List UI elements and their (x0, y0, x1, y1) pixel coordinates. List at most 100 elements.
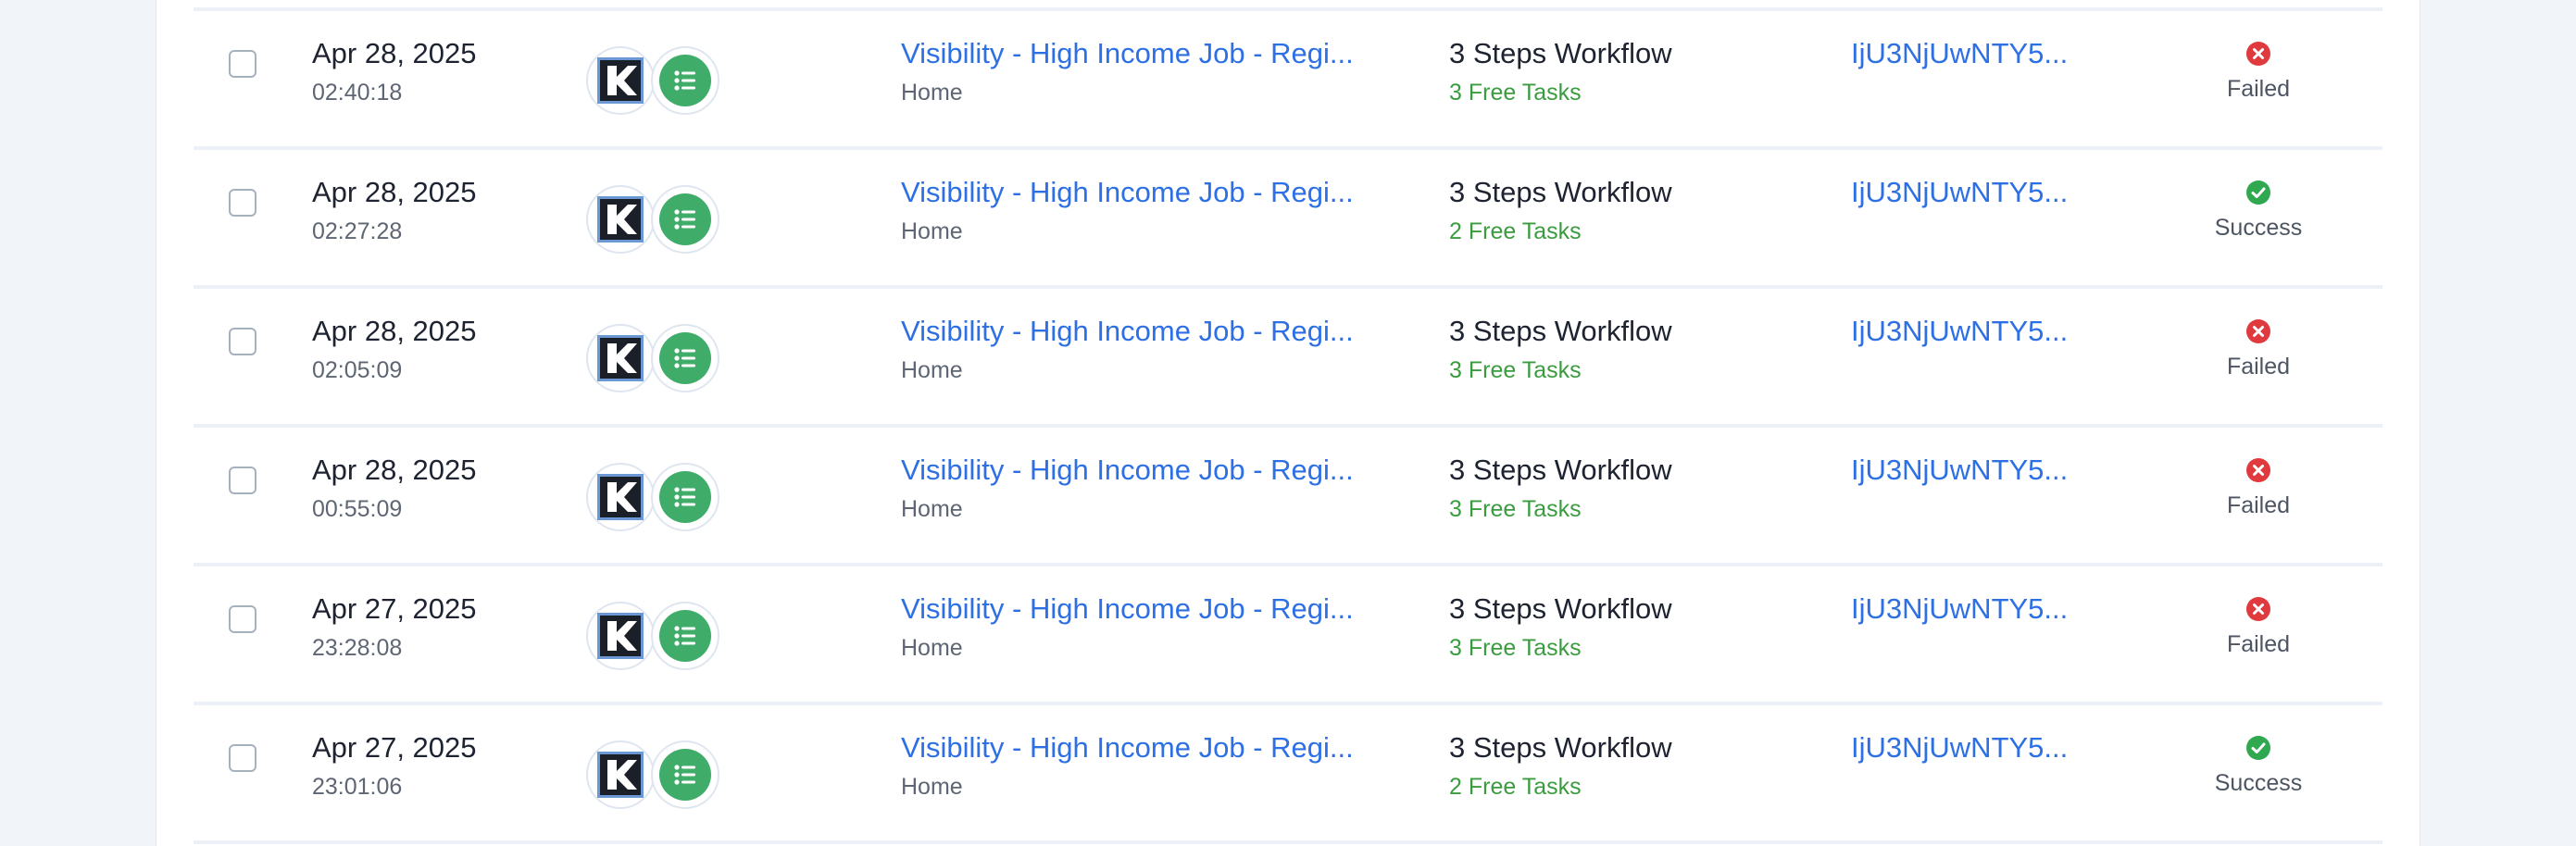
app-icons (586, 740, 725, 815)
status-cell: Failed (2157, 457, 2360, 519)
run-date: Apr 27, 2025 (312, 731, 477, 764)
status-cell: Success (2157, 180, 2360, 242)
error-x-icon (2245, 596, 2271, 622)
k-logo-icon (597, 752, 644, 798)
check-icon (2245, 180, 2271, 205)
tasks-label: 3 Free Tasks (1449, 357, 1582, 383)
row-checkbox[interactable] (229, 744, 256, 772)
app-badge (586, 602, 655, 670)
run-id-link[interactable]: IjU3NjUwNTY5... (1851, 592, 2068, 626)
app-badge (651, 463, 719, 531)
app-badge (586, 463, 655, 531)
run-date: Apr 28, 2025 (312, 37, 477, 69)
row-checkbox[interactable] (229, 189, 256, 217)
error-x-icon (2245, 457, 2271, 483)
check-icon (2245, 735, 2271, 761)
zap-runs-table: Apr 28, 2025 02:40:18 Visibility - High … (194, 7, 2382, 844)
steps-label: 3 Steps Workflow (1449, 731, 1672, 764)
app-badge (651, 185, 719, 254)
k-logo-icon (597, 474, 644, 520)
row-checkbox[interactable] (229, 50, 256, 78)
tasks-label: 3 Free Tasks (1449, 80, 1582, 106)
steps-label: 3 Steps Workflow (1449, 315, 1672, 347)
run-date: Apr 28, 2025 (312, 315, 477, 347)
status-cell: Failed (2157, 41, 2360, 103)
tasks-label: 3 Free Tasks (1449, 635, 1582, 661)
list-icon (659, 610, 711, 662)
steps-label: 3 Steps Workflow (1449, 592, 1672, 625)
run-date: Apr 28, 2025 (312, 454, 477, 486)
app-badge (651, 324, 719, 392)
folder-label: Home (901, 218, 963, 244)
table-row[interactable]: Apr 28, 2025 00:55:09 Visibility - High … (194, 424, 2382, 563)
row-checkbox[interactable] (229, 605, 256, 633)
zap-name-link[interactable]: Visibility - High Income Job - Regi... (901, 592, 1373, 626)
run-time: 02:40:18 (312, 80, 403, 106)
zap-name-link[interactable]: Visibility - High Income Job - Regi... (901, 454, 1373, 487)
steps-label: 3 Steps Workflow (1449, 454, 1672, 486)
steps-label: 3 Steps Workflow (1449, 176, 1672, 208)
tasks-label: 3 Free Tasks (1449, 496, 1582, 522)
steps-label: 3 Steps Workflow (1449, 37, 1672, 69)
list-icon (659, 332, 711, 384)
app-icons (586, 46, 725, 120)
run-date: Apr 28, 2025 (312, 176, 477, 208)
run-id-link[interactable]: IjU3NjUwNTY5... (1851, 315, 2068, 348)
app-badge (651, 740, 719, 809)
folder-label: Home (901, 496, 963, 522)
zap-name-link[interactable]: Visibility - High Income Job - Regi... (901, 37, 1373, 70)
app-icons (586, 185, 725, 259)
run-id-link[interactable]: IjU3NjUwNTY5... (1851, 454, 2068, 487)
table-row[interactable]: Apr 28, 2025 02:05:09 Visibility - High … (194, 285, 2382, 424)
app-badge (586, 324, 655, 392)
app-icons (586, 602, 725, 676)
error-x-icon (2245, 318, 2271, 344)
folder-label: Home (901, 635, 963, 661)
run-time: 23:28:08 (312, 635, 403, 661)
list-icon (659, 55, 711, 106)
table-row[interactable]: Apr 27, 2025 23:28:08 Visibility - High … (194, 563, 2382, 702)
list-icon (659, 471, 711, 523)
table-row[interactable]: Apr 27, 2025 23:01:06 Visibility - High … (194, 702, 2382, 844)
folder-label: Home (901, 80, 963, 106)
list-icon (659, 193, 711, 245)
zap-name-link[interactable]: Visibility - High Income Job - Regi... (901, 731, 1373, 765)
run-id-link[interactable]: IjU3NjUwNTY5... (1851, 37, 2068, 70)
tasks-label: 2 Free Tasks (1449, 774, 1582, 800)
app-badge (651, 602, 719, 670)
error-x-icon (2245, 41, 2271, 67)
k-logo-icon (597, 613, 644, 659)
status-cell: Success (2157, 735, 2360, 797)
status-cell: Failed (2157, 596, 2360, 658)
status-label: Failed (2226, 354, 2291, 379)
run-time: 02:05:09 (312, 357, 403, 383)
row-checkbox[interactable] (229, 467, 256, 494)
tasks-label: 2 Free Tasks (1449, 218, 1582, 244)
run-id-link[interactable]: IjU3NjUwNTY5... (1851, 731, 2068, 765)
table-row[interactable]: Apr 28, 2025 02:27:28 Visibility - High … (194, 146, 2382, 285)
zap-name-link[interactable]: Visibility - High Income Job - Regi... (901, 176, 1373, 209)
table-row[interactable]: Apr 28, 2025 02:40:18 Visibility - High … (194, 7, 2382, 146)
status-label: Failed (2226, 76, 2291, 102)
status-cell: Failed (2157, 318, 2360, 380)
app-badge (586, 740, 655, 809)
run-id-link[interactable]: IjU3NjUwNTY5... (1851, 176, 2068, 209)
folder-label: Home (901, 774, 963, 800)
status-label: Success (2214, 770, 2303, 796)
run-time: 02:27:28 (312, 218, 403, 244)
app-badge (651, 46, 719, 115)
folder-label: Home (901, 357, 963, 383)
k-logo-icon (597, 335, 644, 381)
k-logo-icon (597, 57, 644, 104)
status-label: Success (2214, 215, 2303, 241)
app-badge (586, 185, 655, 254)
zap-name-link[interactable]: Visibility - High Income Job - Regi... (901, 315, 1373, 348)
run-date: Apr 27, 2025 (312, 592, 477, 625)
run-time: 00:55:09 (312, 496, 403, 522)
list-icon (659, 749, 711, 801)
app-icons (586, 463, 725, 537)
run-time: 23:01:06 (312, 774, 403, 800)
app-icons (586, 324, 725, 398)
row-checkbox[interactable] (229, 328, 256, 355)
status-label: Failed (2226, 492, 2291, 518)
